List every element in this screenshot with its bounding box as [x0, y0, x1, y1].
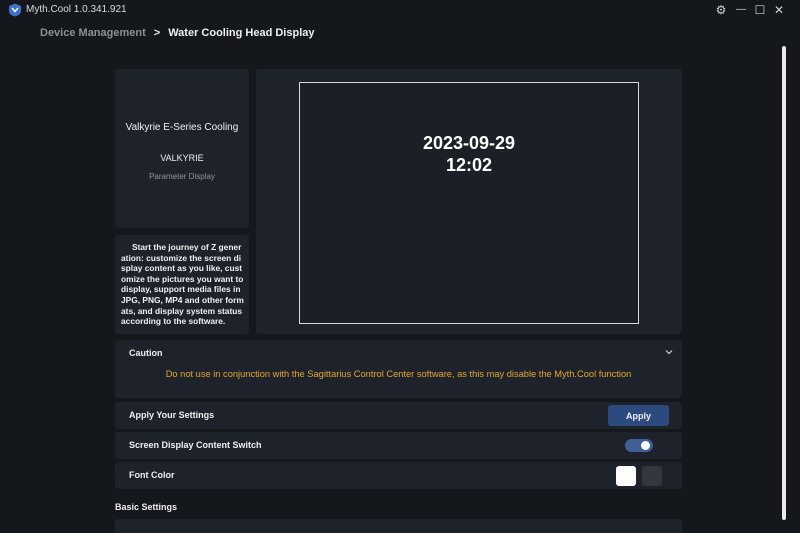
- font-color-label: Font Color: [129, 470, 175, 480]
- minimize-icon[interactable]: —: [733, 2, 749, 18]
- device-description: Start the journey of Z generation: custo…: [121, 242, 244, 327]
- settings-gear-icon[interactable]: ⚙: [713, 2, 729, 18]
- font-color-row: Font Color: [115, 462, 682, 489]
- device-description-card: Start the journey of Z generation: custo…: [115, 235, 249, 334]
- basic-settings-heading: Basic Settings: [115, 502, 178, 512]
- device-info-card: Valkyrie E-Series Cooling VALKYRIE Param…: [115, 69, 249, 228]
- apply-settings-row: Apply Your Settings Apply: [115, 402, 682, 429]
- caution-panel: Caution Do not use in conjunction with t…: [115, 340, 682, 398]
- breadcrumb: Device Management > Water Cooling Head D…: [40, 27, 315, 39]
- screen-preview: 2023-09-29 12:02: [299, 82, 639, 324]
- app-logo-icon: [9, 3, 21, 17]
- title-bar: Myth.Cool 1.0.341.921 ⚙ — ☐ ✕: [0, 0, 800, 20]
- device-model: VALKYRIE: [160, 153, 204, 163]
- caution-message: Do not use in conjunction with the Sagit…: [165, 369, 632, 379]
- app-title: Myth.Cool 1.0.341.921: [26, 4, 127, 15]
- screen-preview-card: 2023-09-29 12:02: [256, 69, 682, 334]
- breadcrumb-device-management[interactable]: Device Management: [40, 27, 146, 39]
- device-subtitle: Parameter Display: [149, 172, 215, 181]
- caution-title: Caution: [129, 348, 163, 358]
- basic-settings-panel: [115, 519, 682, 533]
- vertical-scrollbar[interactable]: [782, 46, 786, 520]
- apply-button[interactable]: Apply: [608, 405, 669, 426]
- breadcrumb-current-page: Water Cooling Head Display: [168, 27, 315, 39]
- font-color-swatch-dark[interactable]: [642, 466, 662, 486]
- chevron-down-icon[interactable]: [664, 347, 674, 357]
- breadcrumb-separator: >: [153, 27, 161, 39]
- screen-display-toggle[interactable]: [625, 439, 653, 452]
- screen-switch-row: Screen Display Content Switch: [115, 432, 682, 459]
- close-icon[interactable]: ✕: [771, 2, 787, 18]
- preview-date: 2023-09-29: [422, 133, 516, 153]
- font-color-swatch-white[interactable]: [616, 466, 636, 486]
- screen-switch-label: Screen Display Content Switch: [129, 440, 262, 450]
- preview-time: 12:02: [445, 155, 493, 175]
- apply-settings-label: Apply Your Settings: [129, 410, 215, 420]
- device-name: Valkyrie E-Series Cooling: [125, 122, 239, 133]
- toggle-knob: [641, 441, 650, 450]
- maximize-icon[interactable]: ☐: [752, 2, 768, 18]
